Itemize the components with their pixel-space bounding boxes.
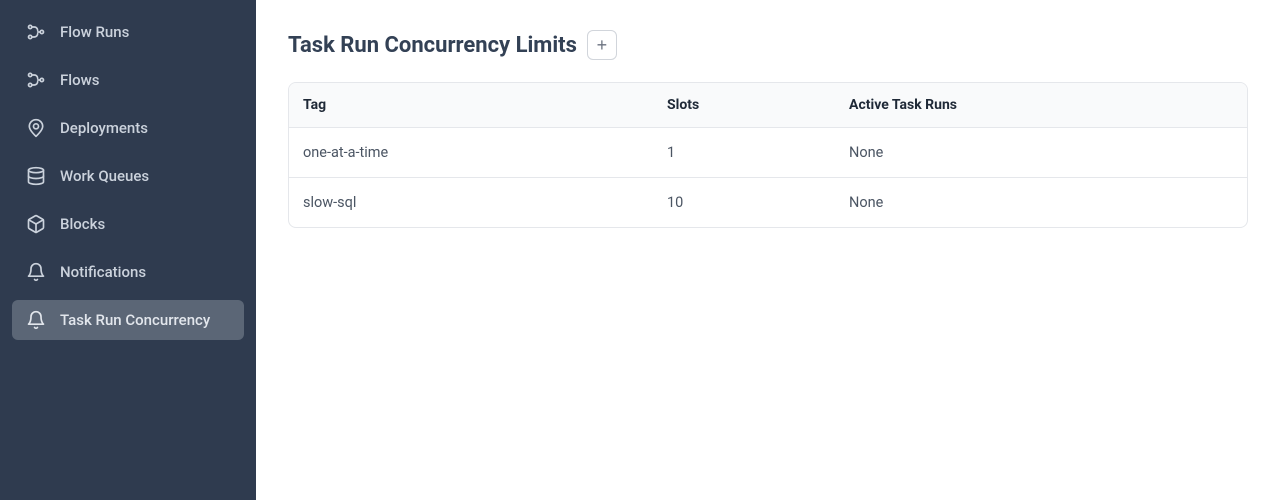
sidebar-item-flow-runs[interactable]: Flow Runs xyxy=(12,12,244,52)
deployments-icon xyxy=(26,118,46,138)
sidebar-item-label: Flow Runs xyxy=(60,23,129,41)
cell-slots: 10 xyxy=(653,178,835,228)
flow-runs-icon xyxy=(26,22,46,42)
work-queues-icon xyxy=(26,166,46,186)
sidebar-item-label: Flows xyxy=(60,71,99,89)
table-row[interactable]: one-at-a-time 1 None xyxy=(289,128,1247,178)
cell-active: None xyxy=(835,178,1247,228)
cell-tag: slow-sql xyxy=(289,178,653,228)
page-header: Task Run Concurrency Limits + xyxy=(288,30,1248,60)
sidebar-item-deployments[interactable]: Deployments xyxy=(12,108,244,148)
column-header-slots: Slots xyxy=(653,83,835,128)
main-content: Task Run Concurrency Limits + Tag Slots … xyxy=(256,0,1280,500)
sidebar-item-label: Blocks xyxy=(60,215,105,233)
cell-slots: 1 xyxy=(653,128,835,178)
concurrency-limits-table: Tag Slots Active Task Runs one-at-a-time… xyxy=(288,82,1248,228)
plus-icon: + xyxy=(597,36,608,54)
flows-icon xyxy=(26,70,46,90)
page-title: Task Run Concurrency Limits xyxy=(288,33,577,58)
blocks-icon xyxy=(26,214,46,234)
cell-active: None xyxy=(835,128,1247,178)
task-run-concurrency-icon xyxy=(26,310,46,330)
cell-tag: one-at-a-time xyxy=(289,128,653,178)
add-button[interactable]: + xyxy=(587,30,617,60)
column-header-active-task-runs: Active Task Runs xyxy=(835,83,1247,128)
sidebar-item-label: Work Queues xyxy=(60,167,149,185)
column-header-tag: Tag xyxy=(289,83,653,128)
table-row[interactable]: slow-sql 10 None xyxy=(289,178,1247,228)
table-header-row: Tag Slots Active Task Runs xyxy=(289,83,1247,128)
sidebar-item-work-queues[interactable]: Work Queues xyxy=(12,156,244,196)
sidebar-item-label: Deployments xyxy=(60,119,148,137)
sidebar-item-label: Task Run Concurrency xyxy=(60,311,210,329)
sidebar-item-blocks[interactable]: Blocks xyxy=(12,204,244,244)
sidebar-item-label: Notifications xyxy=(60,263,146,281)
sidebar: Flow Runs Flows Deployments Work xyxy=(0,0,256,500)
notifications-icon xyxy=(26,262,46,282)
sidebar-item-task-run-concurrency[interactable]: Task Run Concurrency xyxy=(12,300,244,340)
sidebar-item-flows[interactable]: Flows xyxy=(12,60,244,100)
sidebar-item-notifications[interactable]: Notifications xyxy=(12,252,244,292)
